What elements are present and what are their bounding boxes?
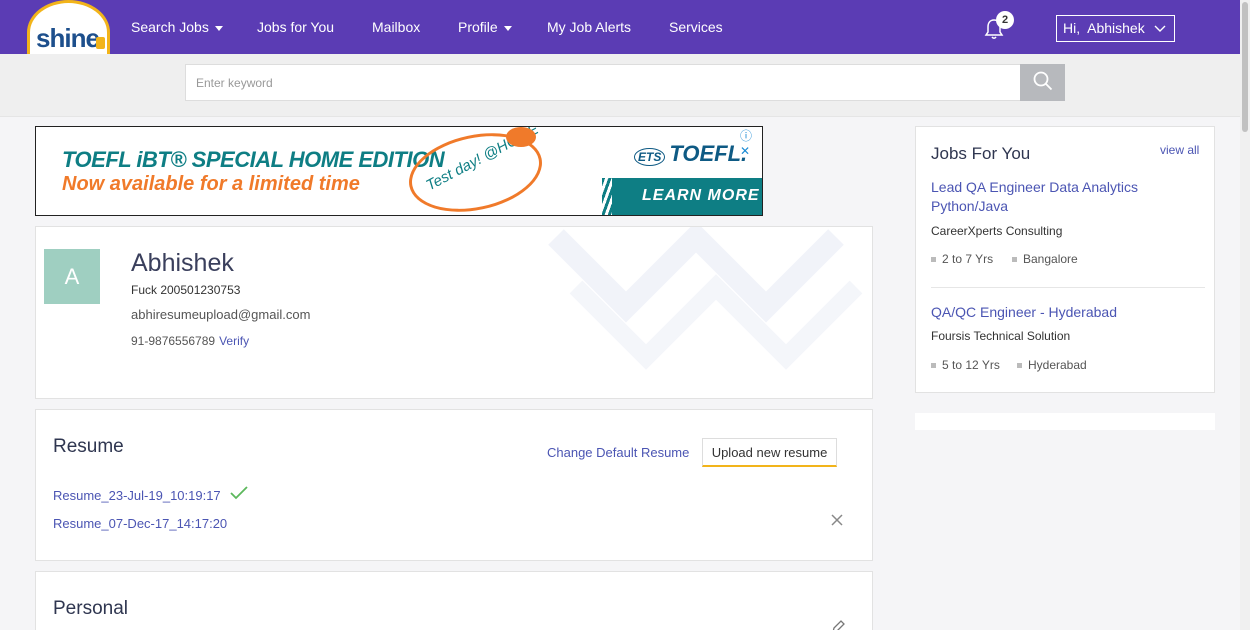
right-column-panel	[915, 413, 1215, 430]
search-button[interactable]	[1020, 64, 1065, 101]
caret-down-icon	[214, 25, 223, 31]
job-experience: 2 to 7 Yrs	[931, 252, 993, 266]
nav-profile[interactable]: Profile	[458, 19, 512, 35]
ets-logo: ETS	[634, 148, 666, 166]
nav-my-job-alerts-label: My Job Alerts	[547, 19, 632, 35]
jobs-for-you-title: Jobs For You	[931, 144, 1031, 163]
upload-new-resume-button[interactable]: Upload new resume	[702, 438, 837, 467]
toefl-ad-banner[interactable]: TOEFL iBT® SPECIAL HOME EDITION Now avai…	[35, 126, 763, 216]
user-menu-button[interactable]: Hi, Abhishek	[1056, 15, 1175, 42]
edit-pencil-icon[interactable]	[831, 620, 845, 630]
ad-brand: ETS TOEFL.	[634, 141, 747, 167]
job-title-link[interactable]: QA/QC Engineer - Hyderabad	[931, 303, 1171, 322]
decorative-pattern	[548, 227, 863, 370]
user-greeting: Hi, Abhishek	[1063, 20, 1145, 36]
nav-mailbox-label: Mailbox	[372, 19, 421, 35]
search-band	[0, 54, 1240, 117]
view-all-link[interactable]: view all	[1160, 143, 1199, 157]
checkmark-icon	[230, 486, 248, 500]
personal-section-title: Personal	[53, 598, 128, 619]
shine-logo[interactable]: shine	[27, 0, 110, 54]
delete-resume-icon[interactable]	[831, 514, 843, 526]
job-company: CareerXperts Consulting	[931, 224, 1063, 238]
profile-name: Abhishek	[131, 249, 234, 277]
ad-headline: TOEFL iBT® SPECIAL HOME EDITION	[62, 147, 445, 172]
ad-brand-name: TOEFL.	[669, 141, 748, 166]
change-default-resume-link[interactable]: Change Default Resume	[547, 445, 689, 460]
resume-card: Resume Change Default Resume Upload new …	[35, 409, 873, 561]
nav-jobs-for-you-label: Jobs for You	[257, 19, 335, 35]
avatar: A	[44, 249, 100, 304]
profile-phone: 91-9876556789	[131, 334, 216, 348]
nav-services[interactable]: Services	[669, 19, 723, 35]
top-navbar: shine Search Jobs Jobs for You Mailbox P…	[0, 0, 1250, 54]
nav-mailbox[interactable]: Mailbox	[372, 19, 420, 35]
caret-down-icon	[503, 25, 512, 31]
scrollbar-thumb[interactable]	[1242, 2, 1248, 132]
ad-subheadline: Now available for a limited time	[62, 173, 360, 195]
ad-learn-more-button[interactable]: LEARN MORE	[612, 178, 762, 215]
job-location: Bangalore	[1012, 252, 1078, 266]
nav-services-label: Services	[669, 19, 723, 35]
divider	[931, 287, 1205, 288]
nav-jobs-for-you[interactable]: Jobs for You	[257, 19, 334, 35]
resume-section-title: Resume	[53, 436, 124, 457]
pushpin-icon	[506, 127, 536, 147]
profile-card: A Abhishek Fuck 200501230753 abhiresumeu…	[35, 226, 873, 399]
logo-text: shine	[36, 23, 100, 53]
logo-dot-com	[96, 37, 105, 49]
profile-email: abhiresumeupload@gmail.com	[131, 307, 311, 322]
jobs-for-you-card: Jobs For You view all Lead QA Engineer D…	[915, 126, 1215, 393]
keyword-search-input[interactable]	[185, 64, 1021, 101]
job-experience: 5 to 12 Yrs	[931, 358, 1000, 372]
nav-profile-label: Profile	[458, 19, 498, 35]
resume-file-link[interactable]: Resume_07-Dec-17_14:17:20	[53, 516, 227, 531]
resume-file-link[interactable]: Resume_23-Jul-19_10:19:17	[53, 488, 221, 503]
nav-search-jobs[interactable]: Search Jobs	[131, 19, 223, 35]
job-title-link[interactable]: Lead QA Engineer Data Analytics Python/J…	[931, 178, 1171, 216]
job-company: Foursis Technical Solution	[931, 329, 1071, 343]
ad-close-icon[interactable]: ⓘ ✕	[740, 127, 762, 158]
chevron-down-icon	[1154, 25, 1166, 32]
profile-phone-row: 91-9876556789 Verify	[131, 334, 249, 348]
nav-search-jobs-label: Search Jobs	[131, 19, 209, 35]
job-location: Hyderabad	[1017, 358, 1087, 372]
search-icon	[1033, 71, 1052, 91]
notification-count-badge[interactable]: 2	[996, 11, 1014, 29]
verify-phone-link[interactable]: Verify	[219, 334, 249, 348]
nav-my-job-alerts[interactable]: My Job Alerts	[547, 19, 631, 35]
profile-subtitle: Fuck 200501230753	[131, 283, 241, 297]
personal-card: Personal	[35, 571, 873, 630]
